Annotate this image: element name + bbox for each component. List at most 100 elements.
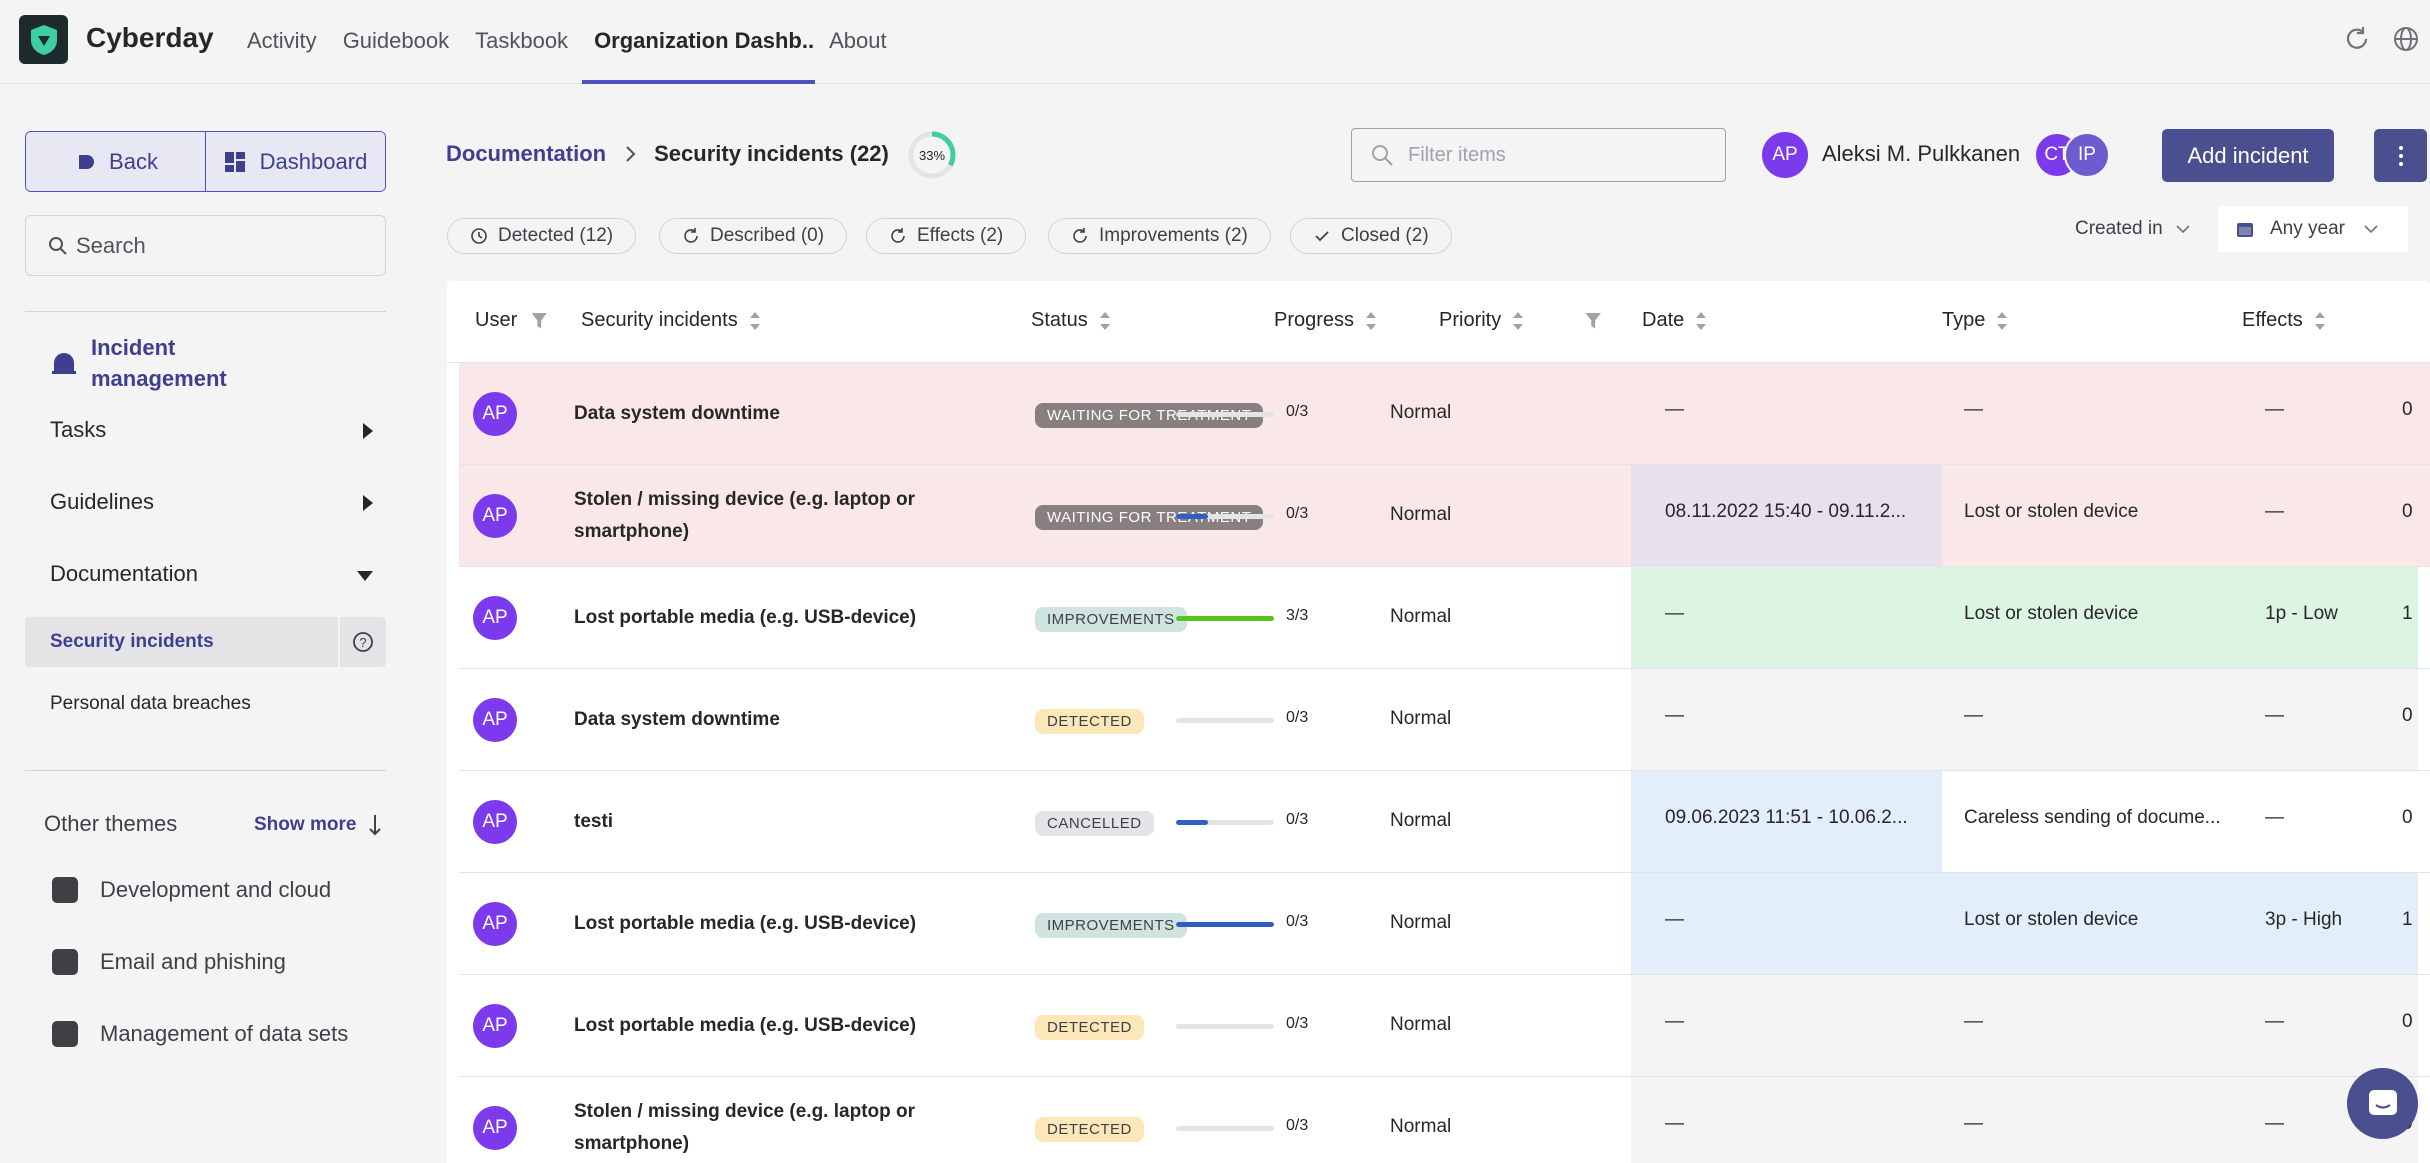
add-incident-button[interactable]: Add incident — [2162, 129, 2334, 182]
avatar[interactable]: AP — [473, 902, 517, 946]
priority-cell: Normal — [1390, 402, 1452, 423]
c-cell: 0 — [2402, 399, 2413, 420]
user-name[interactable]: Aleksi M. Pulkkanen — [1822, 141, 2020, 167]
table-row[interactable]: AP Data system downtime WAITING FOR TREATM… — [459, 363, 2430, 465]
progress-fill — [1176, 616, 1274, 621]
avatar[interactable]: IP — [2064, 132, 2110, 178]
incident-title[interactable]: Stolen / missing device (e.g. laptop or … — [574, 465, 954, 566]
pill-detected[interactable]: Detected (12) — [447, 218, 637, 254]
avatar[interactable]: AP — [473, 494, 517, 538]
filter-items-input[interactable]: Filter items — [1351, 128, 1726, 182]
pill-effects[interactable]: Effects (2) — [866, 218, 1027, 254]
column-user[interactable]: User — [475, 309, 548, 332]
column-label: Effects — [2242, 309, 2303, 331]
nav-organization-dashboard[interactable]: Organization Dashb... — [582, 0, 816, 84]
progress-bar — [1176, 820, 1274, 825]
back-icon — [79, 154, 95, 169]
table-row[interactable]: AP Stolen / missing device (e.g. laptop o… — [459, 465, 2430, 567]
globe-icon[interactable] — [2391, 24, 2421, 54]
effects-cell: 3p - High — [2265, 909, 2343, 930]
avatar[interactable]: AP — [473, 1106, 517, 1150]
column-type[interactable]: Type — [1942, 309, 2008, 332]
show-more-link[interactable]: Show more — [254, 814, 382, 836]
cell-highlight — [1631, 1077, 2418, 1163]
section-title[interactable]: Incident management — [91, 332, 251, 394]
sort-icon — [1366, 311, 1377, 331]
sidebar-group-tasks[interactable]: Tasks — [50, 417, 373, 443]
nav-about[interactable]: About — [817, 0, 899, 84]
incident-title[interactable]: Stolen / missing device (e.g. laptop or … — [574, 1077, 954, 1163]
refresh-icon[interactable] — [2342, 24, 2372, 54]
created-in-dropdown[interactable]: Created in — [2075, 218, 2191, 240]
progress-text: 0/3 — [1286, 403, 1309, 420]
column-label: Date — [1642, 309, 1685, 331]
progress-ring: 33% — [908, 131, 956, 179]
theme-development-and-cloud[interactable]: Development and cloud — [52, 877, 331, 903]
table-row[interactable]: AP Lost portable media (e.g. USB-device) D… — [459, 975, 2430, 1077]
table-row[interactable]: AP Data system downtime DETECTED 0/3 Normal —… — [459, 669, 2430, 771]
pill-described[interactable]: Described (0) — [659, 218, 848, 254]
incident-title[interactable]: Lost portable media (e.g. USB-device) — [574, 975, 954, 1076]
progress-percent: 33% — [919, 148, 945, 163]
column-security-incidents[interactable]: Security incidents — [581, 309, 760, 332]
column-priority[interactable]: Priority — [1439, 309, 1602, 332]
nav-taskbook[interactable]: Taskbook — [463, 0, 580, 84]
sidebar-search-input[interactable]: Search — [25, 215, 386, 276]
cyberday-logo-icon[interactable] — [19, 15, 68, 64]
column-progress[interactable]: Progress — [1274, 309, 1377, 332]
incident-title[interactable]: Data system downtime — [574, 363, 954, 464]
sidebar-button-group: Back Dashboard — [25, 131, 386, 192]
nav-guidebook[interactable]: Guidebook — [331, 0, 461, 84]
incident-title-text: Data system downtime — [574, 402, 780, 424]
top-bar: Cyberday Activity Guidebook Taskbook Org… — [0, 0, 2430, 84]
dashboard-button[interactable]: Dashboard — [205, 132, 385, 191]
email-icon — [52, 949, 78, 975]
avatar[interactable]: AP — [473, 596, 517, 640]
incident-title[interactable]: Lost portable media (e.g. USB-device) — [574, 873, 954, 974]
theme-management-of-data-sets[interactable]: Management of data sets — [52, 1021, 348, 1047]
avatar[interactable]: AP — [1762, 132, 1808, 178]
incident-title[interactable]: testi — [574, 771, 954, 872]
column-date[interactable]: Date — [1642, 309, 1707, 332]
table-row[interactable]: AP Stolen / missing device (e.g. laptop o… — [459, 1077, 2430, 1163]
table-row[interactable]: AP Lost portable media (e.g. USB-device) I… — [459, 873, 2430, 975]
column-status[interactable]: Status — [1031, 309, 1110, 332]
breadcrumb: Documentation Security incidents (22) — [446, 141, 889, 167]
avatar[interactable]: AP — [473, 392, 517, 436]
progress-text: 0/3 — [1286, 505, 1309, 522]
incident-title[interactable]: Lost portable media (e.g. USB-device) — [574, 567, 954, 668]
sidebar-item-personal-data-breaches[interactable]: Personal data breaches — [50, 693, 251, 715]
breadcrumb-documentation[interactable]: Documentation — [446, 141, 606, 167]
main-nav: Activity Guidebook Taskbook Organization… — [235, 0, 901, 84]
sidebar-group-documentation[interactable]: Documentation — [50, 561, 373, 587]
sidebar-item-security-incidents[interactable]: Security incidents — [25, 617, 338, 667]
avatar[interactable]: AP — [473, 698, 517, 742]
theme-email-and-phishing[interactable]: Email and phishing — [52, 949, 286, 975]
effects-cell: — — [2265, 501, 2284, 522]
year-dropdown[interactable]: Any year — [2218, 206, 2408, 252]
year-label: Any year — [2270, 218, 2345, 239]
progress-bar — [1176, 514, 1274, 519]
avatar[interactable]: AP — [473, 800, 517, 844]
pill-closed[interactable]: Closed (2) — [1290, 218, 1452, 254]
nav-activity[interactable]: Activity — [235, 0, 329, 84]
app-name[interactable]: Cyberday — [86, 22, 214, 54]
filter-icon[interactable] — [531, 312, 548, 329]
date-cell: — — [1665, 1011, 1684, 1032]
date-cell: — — [1665, 603, 1684, 624]
search-icon — [49, 236, 67, 255]
sort-icon — [1513, 311, 1524, 331]
back-button[interactable]: Back — [26, 132, 205, 191]
incident-title-text: Stolen / missing device (e.g. laptop or … — [574, 1100, 916, 1154]
avatar[interactable]: AP — [473, 1004, 517, 1048]
more-menu-button[interactable] — [2374, 129, 2427, 182]
incident-title[interactable]: Data system downtime — [574, 669, 954, 770]
table-row[interactable]: AP Lost portable media (e.g. USB-device) I… — [459, 567, 2430, 669]
table-row[interactable]: AP testi CANCELLED 0/3 Normal 09.06.2023 11:5… — [459, 771, 2430, 873]
sidebar-group-guidelines[interactable]: Guidelines — [50, 489, 373, 515]
help-button[interactable]: ? — [340, 617, 386, 667]
pill-improvements[interactable]: Improvements (2) — [1048, 218, 1271, 254]
chat-button[interactable] — [2347, 1068, 2418, 1139]
filter-icon[interactable] — [1585, 312, 1602, 329]
column-effects[interactable]: Effects — [2242, 309, 2325, 332]
